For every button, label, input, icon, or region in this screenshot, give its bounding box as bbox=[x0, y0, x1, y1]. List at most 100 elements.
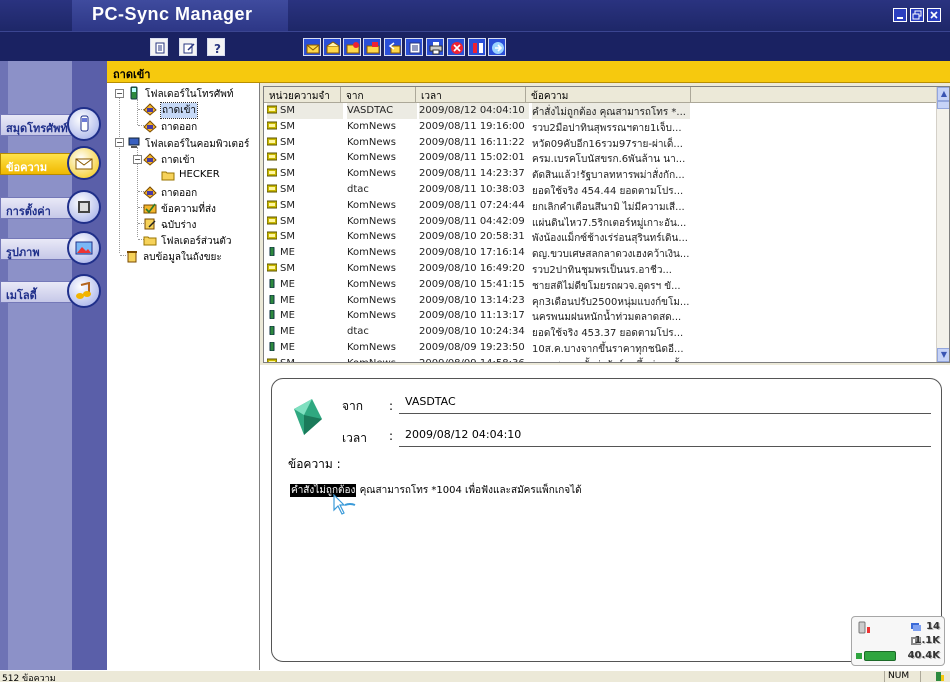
sync-button[interactable] bbox=[468, 38, 486, 56]
tree-label: HECKER bbox=[179, 169, 220, 180]
memory-text: SM bbox=[280, 136, 295, 148]
column-header-from[interactable]: จาก bbox=[341, 87, 416, 103]
cell-message: หวัด09คับอีก16รวม97ราย-ผ่าเด็... bbox=[532, 138, 683, 150]
nav-item-melody[interactable]: เมโลดี้ bbox=[0, 274, 101, 308]
table-row[interactable]: SM dtac 2009/08/11 10:38:03 ยอดใช้จริง 454.… bbox=[264, 182, 937, 198]
memory-text: ME bbox=[280, 326, 295, 338]
messages-count: 14 bbox=[926, 621, 940, 632]
list-view-button[interactable] bbox=[405, 38, 423, 56]
clipboard-button[interactable] bbox=[150, 38, 168, 56]
cell-time: 2009/08/10 10:24:34 bbox=[419, 326, 525, 338]
message-list: หน่วยความจำ จาก เวลา ข้อความ SM VASDTAC 20… bbox=[263, 86, 950, 363]
new-message-button[interactable] bbox=[303, 38, 321, 56]
cell-from: KomNews bbox=[347, 215, 396, 227]
help-button[interactable]: ? bbox=[207, 38, 225, 56]
phone-memory-icon bbox=[269, 247, 275, 257]
table-row[interactable]: ME KomNews 2009/08/10 17:16:14 ดญ.ขวบเศษสลก… bbox=[264, 245, 937, 261]
print-button[interactable] bbox=[426, 38, 444, 56]
cell-message: ยอดใช้จริง 453.37 ยอดตามโปร... bbox=[532, 328, 684, 340]
cell-message: รวบ2มือปาทินสุพรรณฯตาย1เจ็บ... bbox=[532, 122, 682, 134]
cell-message: รวบ2ปาทินชุมพรเป็นนร.อาชีว... bbox=[532, 265, 672, 276]
column-header-message[interactable]: ข้อความ bbox=[526, 87, 691, 103]
reply-message-button[interactable] bbox=[384, 38, 402, 56]
sent-icon bbox=[143, 201, 157, 215]
table-row[interactable]: SM VASDTAC 2009/08/12 04:04:10 คำสั่งไม่ถูก… bbox=[264, 103, 937, 119]
resize-grip[interactable] bbox=[920, 671, 950, 682]
memory-text: SM bbox=[280, 168, 295, 180]
cell-time: 2009/08/11 14:23:37 bbox=[419, 168, 525, 180]
cell-time: 2009/08/11 04:42:09 bbox=[419, 215, 525, 227]
memory-text: SM bbox=[280, 199, 295, 211]
toolbar: ? bbox=[0, 31, 950, 61]
table-row[interactable]: SM KomNews 2009/08/11 16:11:22 หวัด09คับอีก… bbox=[264, 135, 937, 151]
table-row[interactable]: SM KomNews 2009/08/10 20:58:31 พังน้องแม็กซ… bbox=[264, 229, 937, 245]
cell-memory: ME bbox=[267, 324, 343, 340]
message-preview: จาก : VASDTAC เวลา : 2009/08/12 04:04:10… bbox=[271, 378, 942, 662]
cell-from: KomNews bbox=[347, 278, 396, 290]
connect-button[interactable] bbox=[488, 38, 506, 56]
inbox-icon bbox=[143, 152, 157, 166]
restore-button[interactable] bbox=[910, 8, 924, 22]
table-row[interactable]: SM KomNews 2009/08/11 19:16:00 รวบ2มือปาทิน… bbox=[264, 119, 937, 135]
draft-icon bbox=[143, 217, 157, 231]
expand-toggle[interactable]: − bbox=[133, 155, 142, 164]
memory-text: SM bbox=[280, 358, 295, 362]
cell-memory: SM bbox=[267, 119, 343, 135]
clipboard-icon bbox=[155, 42, 165, 54]
cell-message: แผ่นดินไหว7.5ริกเตอร์หมู่เกาะอัน... bbox=[532, 217, 687, 229]
expand-toggle[interactable]: − bbox=[115, 89, 124, 98]
scroll-thumb[interactable] bbox=[937, 101, 949, 109]
from-value: VASDTAC bbox=[405, 395, 456, 408]
phone-icon bbox=[67, 107, 101, 141]
table-row[interactable]: ME dtac 2009/08/10 10:24:34 ยอดใช้จริง 453.… bbox=[264, 324, 937, 340]
scroll-down-button[interactable]: ▼ bbox=[937, 348, 949, 362]
cell-message: ยกเลิกคำเตือนสึนามิ ไม่มีความเสี... bbox=[532, 201, 685, 213]
column-header-time[interactable]: เวลา bbox=[416, 87, 526, 103]
cell-memory: SM bbox=[267, 182, 343, 198]
open-message-button[interactable] bbox=[323, 38, 341, 56]
table-row[interactable]: ME KomNews 2009/08/10 11:13:17 นครพนมฝนหนัก… bbox=[264, 308, 937, 324]
expand-toggle[interactable]: − bbox=[115, 138, 124, 147]
table-row[interactable]: ME KomNews 2009/08/10 13:14:23 คุก3เดือนปรั… bbox=[264, 293, 937, 309]
cell-memory: SM bbox=[267, 198, 343, 214]
memory-text: ME bbox=[280, 310, 295, 322]
edit-note-button[interactable] bbox=[179, 38, 197, 56]
delete-button[interactable] bbox=[447, 38, 465, 56]
cell-from: KomNews bbox=[347, 356, 417, 362]
cell-message: ดญ.ขวบเศษสลกลาดวงเฮงคว้าเงิน... bbox=[532, 249, 690, 261]
send-message-button[interactable] bbox=[363, 38, 381, 56]
tree-label: ถาดออก bbox=[161, 188, 198, 199]
phone-memory-icon bbox=[269, 326, 275, 336]
nav-item-phonebook[interactable]: สมุดโทรศัพท์ bbox=[0, 107, 101, 141]
close-button[interactable] bbox=[927, 8, 941, 22]
cell-from: KomNews bbox=[347, 168, 396, 180]
memory-text: ME bbox=[280, 342, 295, 353]
vertical-scrollbar[interactable]: ▲ ▼ bbox=[936, 87, 949, 362]
cell-memory: SM bbox=[267, 166, 343, 182]
table-row[interactable]: SM KomNews 2009/08/10 16:49:20 รวบ2ปาทินชุม… bbox=[264, 261, 937, 277]
forward-message-button[interactable] bbox=[343, 38, 361, 56]
cell-time: 2009/08/10 11:13:17 bbox=[419, 310, 525, 322]
table-row[interactable]: SM KomNews 2009/08/11 04:42:09 แผ่นดินไหว7.… bbox=[264, 214, 937, 230]
nav-label: สมุดโทรศัพท์ bbox=[6, 122, 68, 135]
open-message-icon bbox=[326, 41, 340, 54]
sidebar: สมุดโทรศัพท์ ข้อความ การตั้งค่า รูปภาพ เ… bbox=[0, 61, 107, 670]
nav-item-pictures[interactable]: รูปภาพ bbox=[0, 231, 101, 265]
table-row[interactable]: SM KomNews 2009/08/11 07:24:44 ยกเลิกคำเตือ… bbox=[264, 198, 937, 214]
table-row[interactable]: SM KomNews 2009/08/11 14:23:37 ตัดสินแล้ว!ร… bbox=[264, 166, 937, 182]
minimize-button[interactable] bbox=[893, 8, 907, 22]
minimize-icon bbox=[897, 17, 903, 19]
sim-card-icon bbox=[267, 358, 277, 362]
nav-item-messages[interactable]: ข้อความ bbox=[0, 146, 101, 180]
device-status-widget: 14 1.1K 40.4K bbox=[851, 616, 945, 666]
message-body-text: คุณสามารถโทร *1004 เพื่อฟังและสมัครแพ็กเ… bbox=[356, 485, 582, 496]
column-header-memory[interactable]: หน่วยความจำ bbox=[264, 87, 341, 103]
scroll-up-button[interactable]: ▲ bbox=[937, 87, 949, 101]
picture-icon bbox=[67, 231, 101, 265]
table-row[interactable]: ME KomNews 2009/08/09 19:23:50 10ส.ค.บางจาก… bbox=[264, 340, 937, 356]
table-row[interactable]: SM KomNews2009/08/09 14:58:36นอก สุขเพรชั… bbox=[264, 356, 937, 362]
table-row[interactable]: ME KomNews 2009/08/10 15:41:15 ชายสติไม่ดีข… bbox=[264, 277, 937, 293]
cell-from: KomNews bbox=[347, 310, 396, 322]
table-row[interactable]: SM KomNews 2009/08/11 15:02:01 ครม.เบรคโบนั… bbox=[264, 150, 937, 166]
nav-item-settings[interactable]: การตั้งค่า bbox=[0, 190, 101, 224]
